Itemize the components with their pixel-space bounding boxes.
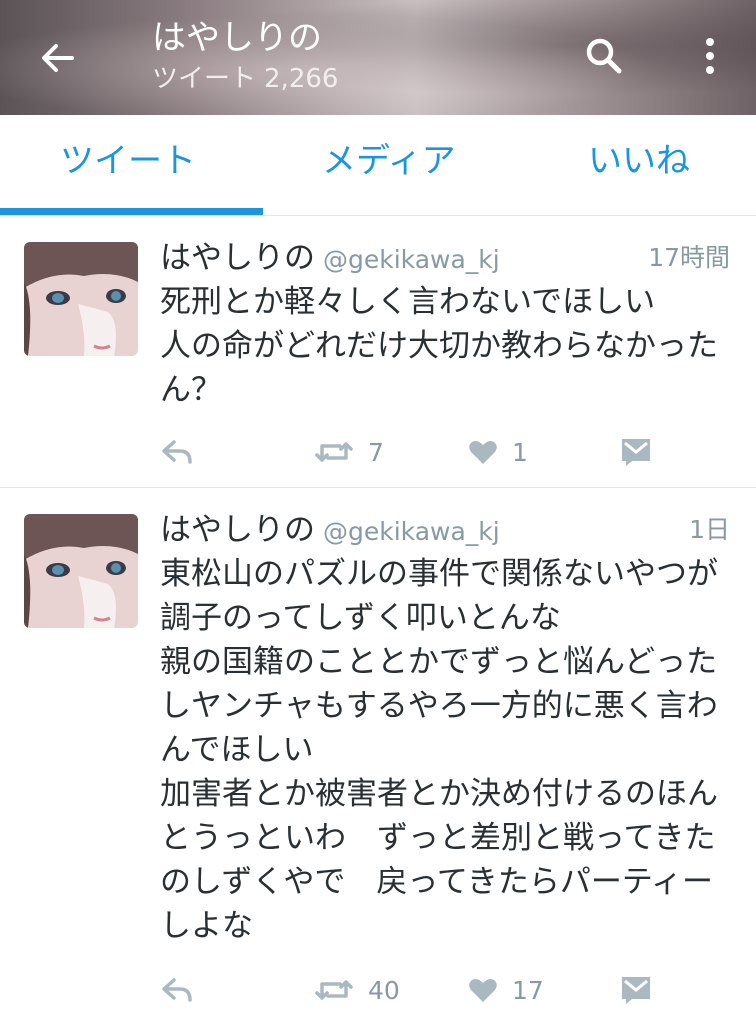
tweets-count: 2,266: [264, 64, 339, 94]
profile-photo: [24, 242, 138, 356]
avatar[interactable]: [24, 242, 138, 356]
profile-photo: [24, 514, 138, 628]
search-icon: [586, 38, 622, 74]
retweet-count: 40: [368, 975, 400, 1005]
author-name[interactable]: はやしりの: [160, 240, 315, 276]
more-vertical-icon: [706, 38, 714, 74]
tweet-time: 17時間: [648, 243, 730, 272]
tweet-text: 死刑とか軽々しく言わないでほしい 人の命がどれだけ大切か教わらなかったん？: [160, 284, 718, 408]
heart-icon: [469, 979, 497, 1002]
author-name[interactable]: はやしりの: [160, 512, 315, 548]
arrow-left-icon: [42, 44, 74, 72]
reply-icon: [162, 978, 192, 1002]
tweet-item[interactable]: はやしりの @gekikawa_kj 17時間 死刑とか軽々しく言わないでほしい …: [0, 216, 756, 488]
like-button[interactable]: 1: [468, 432, 528, 472]
like-count: 1: [512, 437, 528, 467]
profile-name-title: はやしりの: [152, 18, 322, 58]
tab-likes[interactable]: いいね: [588, 139, 690, 183]
tweets-label: ツイート: [152, 64, 257, 94]
tweet-actions: 40 17: [0, 970, 756, 1010]
tweet-header: はやしりの @gekikawa_kj 17時間: [160, 238, 732, 278]
active-tab-indicator: [0, 208, 263, 215]
reply-button[interactable]: [160, 432, 194, 472]
tweet-time: 1日: [689, 515, 730, 544]
retweet-count: 7: [368, 437, 384, 467]
more-options-button[interactable]: [688, 30, 732, 82]
profile-tabs: ツイート メディア いいね: [0, 115, 756, 216]
like-count: 17: [512, 975, 544, 1005]
direct-message-icon: [622, 977, 650, 1004]
direct-message-icon: [622, 439, 650, 466]
direct-message-button[interactable]: [620, 432, 652, 472]
direct-message-button[interactable]: [620, 970, 652, 1010]
reply-icon: [162, 440, 192, 464]
avatar[interactable]: [24, 514, 138, 628]
retweet-button[interactable]: 40: [314, 970, 400, 1010]
back-button[interactable]: [34, 34, 82, 82]
tweet-header: はやしりの @gekikawa_kj 1日: [160, 510, 732, 550]
author-handle[interactable]: @gekikawa_kj: [323, 245, 500, 274]
tab-tweets[interactable]: ツイート: [60, 139, 196, 183]
like-button[interactable]: 17: [468, 970, 544, 1010]
retweet-icon: [315, 442, 353, 462]
reply-button[interactable]: [160, 970, 194, 1010]
search-button[interactable]: [578, 30, 630, 82]
tweet-item[interactable]: はやしりの @gekikawa_kj 1日 東松山のパズルの事件で関係ないやつが調…: [0, 488, 756, 1024]
heart-icon: [469, 441, 497, 464]
tweet-actions: 7 1: [0, 432, 756, 472]
tab-media[interactable]: メディア: [322, 139, 456, 183]
author-handle[interactable]: @gekikawa_kj: [323, 517, 500, 546]
retweet-icon: [315, 980, 353, 1000]
retweet-button[interactable]: 7: [314, 432, 384, 472]
tweet-count-line: ツイート 2,266: [152, 62, 338, 96]
tweet-text: 東松山のパズルの事件で関係ないやつが調子のってしずく叩いとんな 親の国籍のことと…: [160, 556, 718, 944]
profile-header: はやしりの ツイート 2,266: [0, 0, 756, 115]
